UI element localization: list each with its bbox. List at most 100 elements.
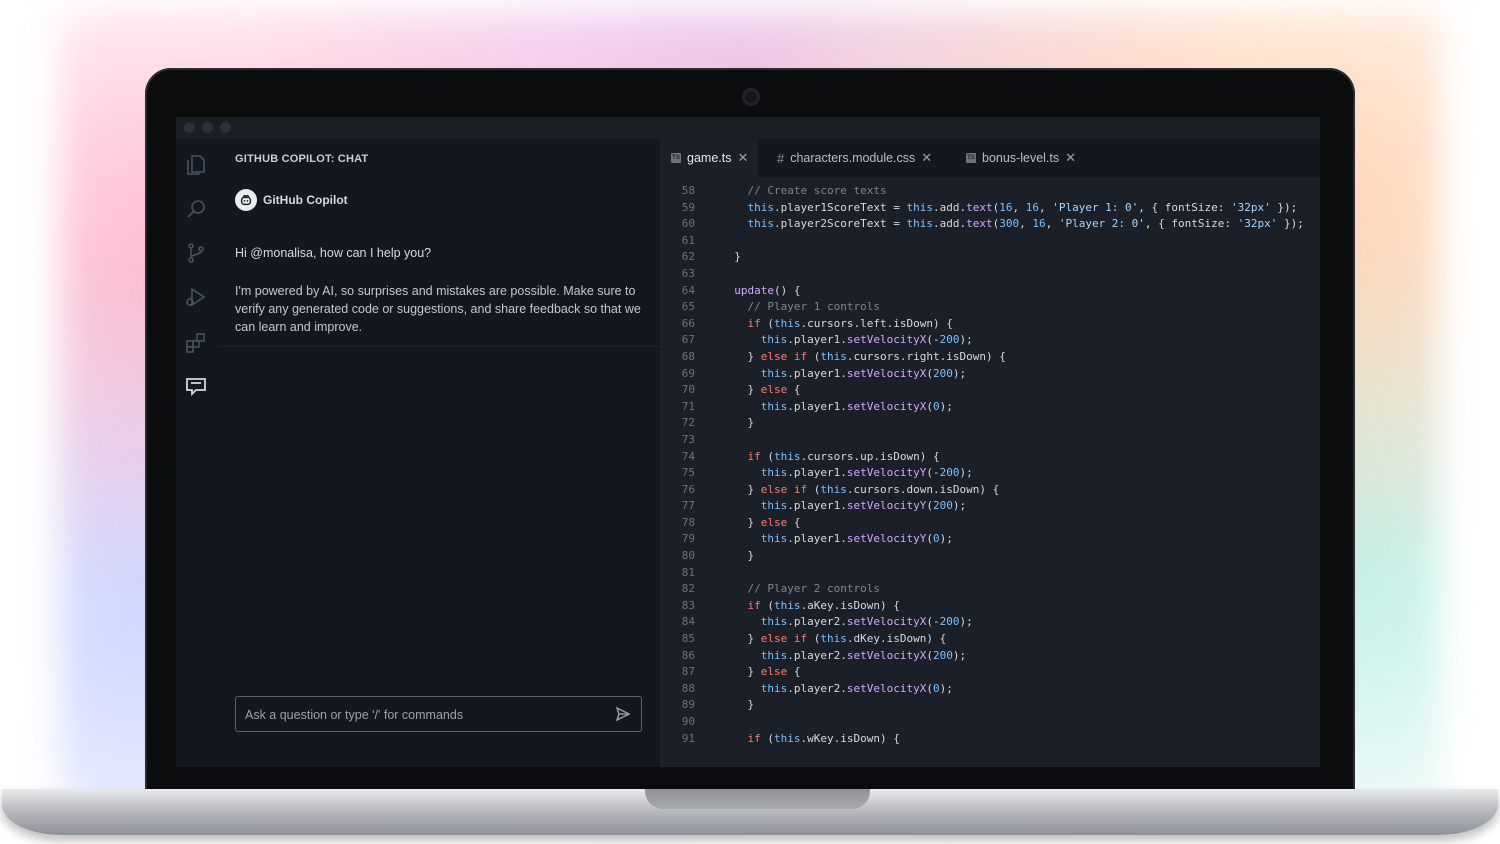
source-control-icon[interactable] — [184, 241, 208, 265]
line-number: 89 — [681, 698, 695, 712]
code-line[interactable]: 66 if (this.cursors.left.isDown) { — [661, 316, 1320, 333]
code-line[interactable]: 70 } else { — [661, 382, 1320, 399]
window-maximize-dot[interactable] — [220, 122, 231, 133]
line-number: 74 — [681, 449, 695, 463]
code-line[interactable]: 80 } — [661, 548, 1320, 565]
bot-name: GitHub Copilot — [263, 193, 348, 207]
code-line[interactable]: 61 — [661, 233, 1320, 250]
files-icon[interactable] — [184, 153, 208, 177]
line-number: 66 — [681, 316, 695, 330]
code-function: setVelocityX — [846, 648, 927, 662]
code-line[interactable]: 69 this.player1.setVelocityX(200); — [661, 366, 1320, 383]
line-code: this.player2.setVelocityX(0); — [760, 681, 953, 695]
code-this: this — [760, 499, 788, 513]
code-this: this — [906, 217, 933, 231]
code-line[interactable]: 88 this.player2.setVelocityX(0); — [661, 681, 1320, 698]
code-line[interactable]: 76 } else if (this.cursors.down.isDown) … — [661, 482, 1320, 499]
code-string: '32px' — [1237, 217, 1278, 231]
code-line[interactable]: 85 } else if (this.dKey.isDown) { — [661, 631, 1320, 648]
code-number: 200 — [932, 366, 953, 380]
code-line[interactable]: 83 if (this.aKey.isDown) { — [661, 598, 1320, 615]
line-number: 69 — [681, 366, 695, 380]
code-line[interactable]: 58 // Create score texts — [661, 183, 1320, 200]
code-number: 200 — [939, 615, 960, 629]
code-line[interactable]: 91 if (this.wKey.isDown) { — [661, 731, 1320, 748]
code-line[interactable]: 77 this.player1.setVelocityY(200); — [661, 498, 1320, 515]
code-this: this — [760, 399, 788, 413]
line-number: 67 — [681, 333, 695, 347]
code-line[interactable]: 90 — [661, 714, 1320, 731]
chat-input[interactable] — [243, 697, 607, 733]
code-function: setVelocityX — [846, 615, 927, 629]
code-keyword: else — [760, 515, 788, 529]
tab-bonus-level-ts[interactable]: TS bonus-level.ts ✕ — [956, 139, 1086, 177]
line-code: } else if (this.cursors.down.isDown) { — [721, 482, 1000, 496]
code-line[interactable]: 60 this.player2ScoreText = this.add.text… — [661, 216, 1320, 233]
code-line[interactable]: 84 this.player2.setVelocityX(-200); — [661, 614, 1320, 631]
code-function: setVelocityX — [846, 399, 927, 413]
code-line[interactable]: 82 // Player 2 controls — [661, 581, 1320, 598]
code-line[interactable]: 86 this.player2.setVelocityX(200); — [661, 648, 1320, 665]
tab-characters-css[interactable]: # characters.module.css ✕ — [767, 139, 942, 177]
code-keyword: else — [760, 482, 788, 496]
code-number: 16 — [999, 200, 1013, 214]
close-icon[interactable]: ✕ — [1065, 150, 1076, 166]
line-code: } else { — [721, 665, 801, 679]
line-number: 84 — [681, 615, 695, 629]
code-line[interactable]: 74 if (this.cursors.up.isDown) { — [661, 449, 1320, 466]
code-line[interactable]: 72 } — [661, 415, 1320, 432]
code-line[interactable]: 71 this.player1.setVelocityX(0); — [661, 399, 1320, 416]
code-this: this — [760, 681, 788, 695]
tab-game-ts[interactable]: TS game.ts ✕ — [661, 139, 759, 177]
code-line[interactable]: 64 update() { — [661, 283, 1320, 300]
tab-label: characters.module.css — [790, 151, 916, 165]
send-icon[interactable] — [615, 706, 631, 722]
line-code: this.player1.setVelocityX(0); — [760, 399, 953, 413]
code-area[interactable]: 58 // Create score texts 59 this.player1S… — [661, 183, 1320, 767]
line-number: 90 — [681, 715, 695, 728]
code-this: this — [747, 200, 775, 214]
line-code: this.player2.setVelocityX(200); — [760, 648, 967, 662]
code-line[interactable]: 63 — [661, 266, 1320, 283]
run-debug-icon[interactable] — [184, 285, 208, 309]
code-line[interactable]: 87 } else { — [661, 664, 1320, 681]
code-line[interactable]: 67 this.player1.setVelocityX(-200); — [661, 332, 1320, 349]
title-bar — [176, 117, 1320, 139]
code-line[interactable]: 65 // Player 1 controls — [661, 299, 1320, 316]
code-this: this — [760, 466, 788, 480]
close-icon[interactable]: ✕ — [737, 150, 748, 166]
code-line[interactable]: 79 this.player1.setVelocityY(0); — [661, 531, 1320, 548]
code-this: this — [820, 632, 847, 646]
chat-icon[interactable] — [184, 375, 208, 399]
code-line[interactable]: 59 this.player1ScoreText = this.add.text… — [661, 200, 1320, 217]
search-icon[interactable] — [184, 197, 208, 221]
code-line[interactable]: 68 } else if (this.cursors.right.isDown)… — [661, 349, 1320, 366]
line-number: 61 — [681, 233, 695, 247]
line-number: 64 — [681, 283, 695, 297]
extensions-icon[interactable] — [184, 331, 208, 355]
line-number: 83 — [681, 598, 695, 612]
code-line[interactable]: 62 } — [661, 249, 1320, 266]
code-keyword: if — [793, 482, 808, 496]
code-number: 0 — [932, 399, 940, 413]
code-line[interactable]: 81 — [661, 565, 1320, 582]
code-this: this — [774, 731, 801, 745]
line-number: 59 — [681, 200, 695, 214]
close-icon[interactable]: ✕ — [921, 150, 932, 166]
window-minimize-dot[interactable] — [202, 122, 213, 133]
window-close-dot[interactable] — [184, 122, 195, 133]
code-this: this — [774, 316, 801, 330]
line-number: 86 — [681, 648, 695, 662]
code-string: 'Player 2: 0' — [1058, 217, 1145, 231]
line-code: } — [721, 698, 755, 712]
code-line[interactable]: 89 } — [661, 697, 1320, 714]
code-line[interactable]: 75 this.player1.setVelocityY(-200); — [661, 465, 1320, 482]
line-code: this.player1.setVelocityY(-200); — [760, 466, 973, 480]
line-number: 65 — [681, 300, 695, 314]
code-line[interactable]: 73 — [661, 432, 1320, 449]
line-number: 62 — [681, 250, 695, 264]
code-line[interactable]: 78 } else { — [661, 515, 1320, 532]
line-code: this.player1.setVelocityY(0); — [760, 532, 953, 546]
line-code: // Create score texts — [721, 183, 887, 200]
line-number: 82 — [681, 582, 695, 596]
